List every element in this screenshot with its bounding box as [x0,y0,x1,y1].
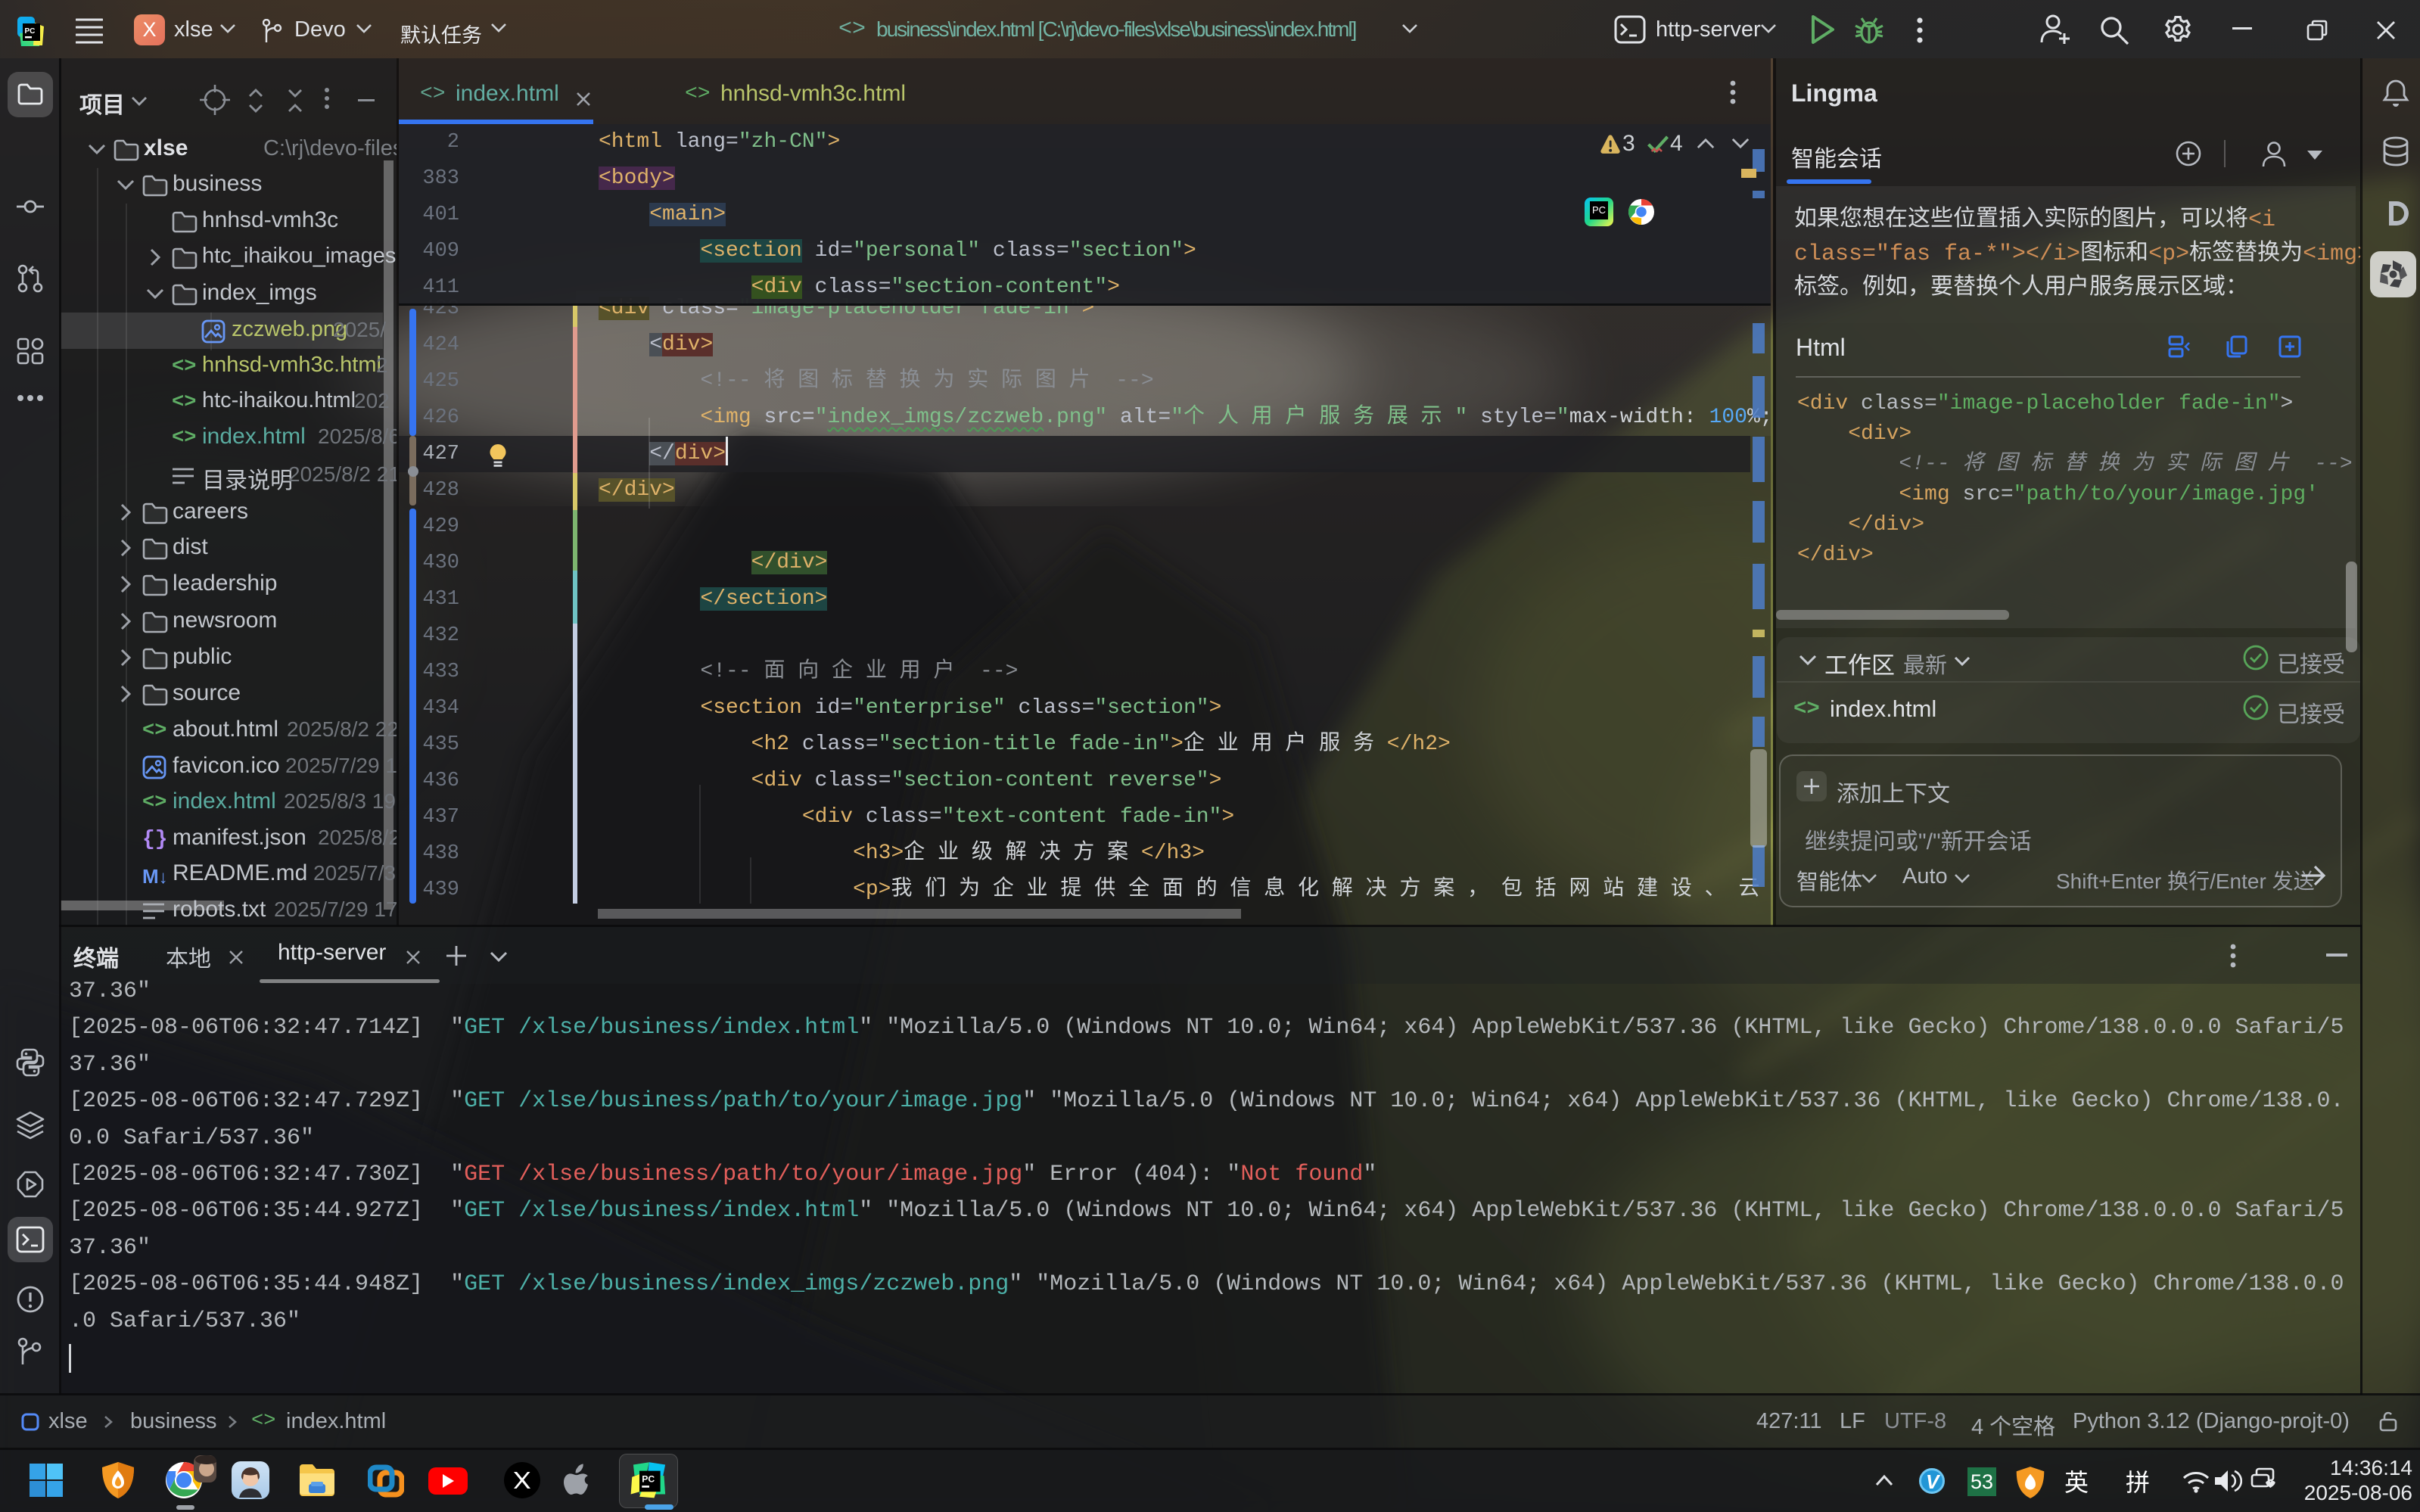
svg-text:PC: PC [25,27,36,36]
svg-text:PC: PC [642,1473,655,1484]
